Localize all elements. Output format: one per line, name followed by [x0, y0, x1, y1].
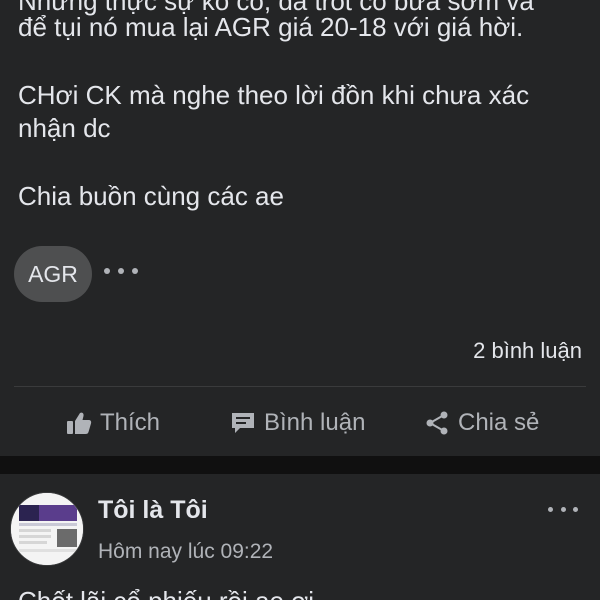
comment-count-link[interactable]: 2 bình luận: [473, 338, 582, 364]
share-button[interactable]: Chia sẻ: [424, 404, 539, 442]
post-timestamp[interactable]: Hôm nay lúc 09:22: [98, 540, 273, 564]
post-body-line: nhận dc: [18, 113, 111, 143]
topic-tag-label: AGR: [28, 260, 78, 287]
post-body-line: để tụi nó mua lại AGR giá 20-18 với giá …: [18, 12, 524, 42]
thumbs-up-icon: [66, 411, 92, 435]
topic-tag-chip[interactable]: AGR: [14, 246, 92, 302]
share-label: Chia sẻ: [458, 409, 540, 436]
post-card: Nhưng thực sự ko có, đã trót có bữa sớm …: [0, 0, 600, 456]
next-post-card: Tôi là Tôi Hôm nay lúc 09:22 Chốt lãi cổ…: [0, 474, 600, 600]
more-icon[interactable]: [104, 256, 138, 286]
share-icon: [424, 410, 450, 436]
comment-icon: [230, 411, 256, 435]
like-button[interactable]: Thích: [66, 404, 160, 442]
like-label: Thích: [100, 409, 161, 436]
more-icon[interactable]: [548, 502, 578, 516]
comment-label: Bình luận: [264, 409, 366, 436]
comment-button[interactable]: Bình luận: [230, 404, 365, 442]
avatar[interactable]: [10, 492, 84, 566]
post-author-name[interactable]: Tôi là Tôi: [98, 496, 208, 525]
post-body-line: Chốt lãi cổ phiếu rồi ae ơi: [18, 586, 314, 600]
post-body-line: CHơi CK mà nghe theo lời đồn khi chưa xá…: [18, 80, 530, 110]
divider: [14, 386, 586, 387]
post-body-line: Chia buồn cùng các ae: [18, 181, 284, 211]
